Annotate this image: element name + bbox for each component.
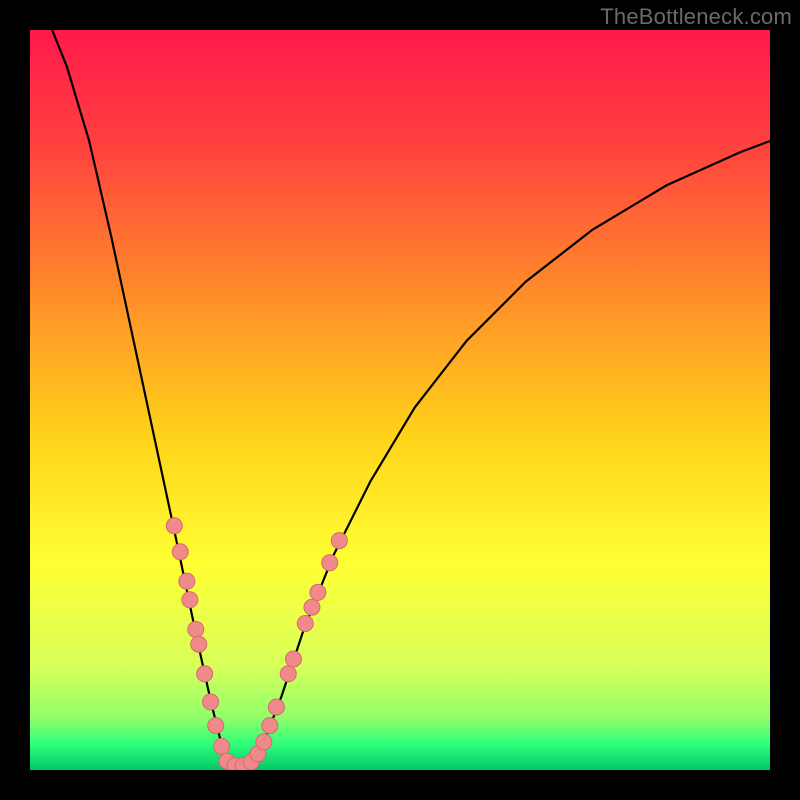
data-point [197, 666, 213, 682]
data-point [214, 738, 230, 754]
data-point [310, 584, 326, 600]
bottleneck-curve-svg [30, 30, 770, 770]
data-point [166, 518, 182, 534]
chart-frame: TheBottleneck.com [0, 0, 800, 800]
data-point [262, 718, 278, 734]
data-point [203, 694, 219, 710]
data-point [331, 533, 347, 549]
data-point [179, 573, 195, 589]
data-point [256, 734, 272, 750]
plot-area [30, 30, 770, 770]
data-point [268, 699, 284, 715]
data-point [280, 666, 296, 682]
data-point [191, 636, 207, 652]
data-point [172, 544, 188, 560]
data-point [182, 592, 198, 608]
data-point [304, 599, 320, 615]
data-point [285, 651, 301, 667]
data-point [322, 555, 338, 571]
data-point [208, 718, 224, 734]
data-point [188, 621, 204, 637]
gradient-background [30, 30, 770, 770]
watermark-text: TheBottleneck.com [600, 4, 792, 30]
data-point [297, 615, 313, 631]
